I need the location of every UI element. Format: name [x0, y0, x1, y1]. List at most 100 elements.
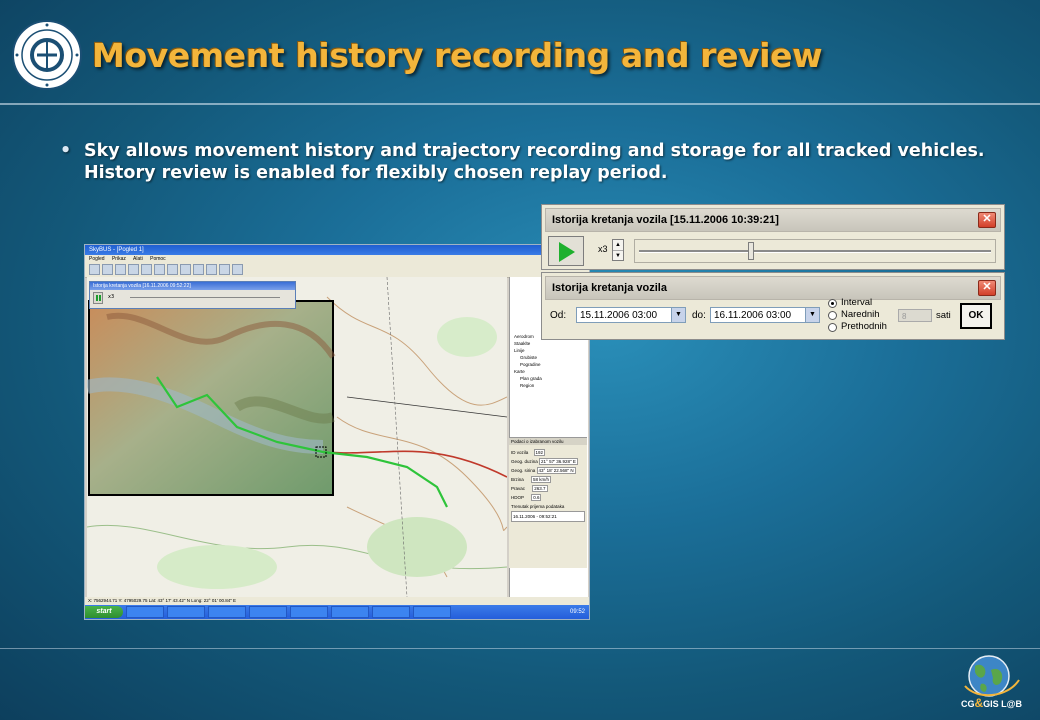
taskbar-item[interactable] — [126, 606, 164, 618]
toolbar-button[interactable] — [115, 264, 126, 275]
lab-amp: & — [974, 696, 984, 710]
field-label: ID vozila — [511, 450, 529, 455]
chevron-down-icon[interactable]: ▼ — [671, 308, 685, 322]
close-icon[interactable]: ✕ — [978, 280, 996, 296]
interval-dialog-title: Istorija kretanja vozila — [552, 282, 667, 294]
playback-slider[interactable] — [634, 239, 996, 263]
toolbar-button[interactable] — [154, 264, 165, 275]
do-date-field[interactable]: 16.11.2006 03:00 ▼ — [710, 307, 820, 323]
slide-title: Movement history recording and review — [92, 36, 823, 75]
map-view[interactable] — [87, 277, 507, 597]
interval-dialog-titlebar: Istorija kretanja vozila ✕ — [545, 276, 1001, 300]
layer-item[interactable]: Staaklte — [514, 340, 584, 347]
radio-prethodnih-label: Prethodnih — [841, 321, 887, 332]
vehicle-field: Geog. duzina 21° 57' 36.928" E — [511, 457, 585, 466]
slider-thumb[interactable] — [748, 242, 755, 260]
toolbar-button[interactable] — [89, 264, 100, 275]
toolbar-button[interactable] — [167, 264, 178, 275]
playback-dialog-title: Istorija kretanja vozila [15.11.2006 10:… — [552, 214, 779, 226]
menu-item[interactable]: Pogled — [89, 256, 105, 262]
bottom-divider — [0, 648, 1040, 649]
mini-speed-label: x3 — [108, 294, 115, 300]
taskbar-item[interactable] — [167, 606, 205, 618]
layer-item[interactable]: Linije — [514, 347, 584, 354]
taskbar-item[interactable] — [290, 606, 328, 618]
vehicle-field: Pravac 263.7 — [511, 484, 585, 493]
radio-prethodnih[interactable] — [828, 323, 837, 332]
toolbar-button[interactable] — [219, 264, 230, 275]
timestamp-label: Trenutak prijema podataka — [511, 504, 565, 509]
menu-item[interactable]: Pomoc — [150, 256, 166, 262]
mini-history-dialog: Istorija kretanja vozila [16.11.2006 09:… — [89, 281, 296, 309]
university-seal-logo — [12, 20, 82, 90]
playback-dialog-titlebar: Istorija kretanja vozila [15.11.2006 10:… — [545, 208, 1001, 232]
vehicle-field: ID vozila 192 — [511, 448, 585, 457]
vehicle-field: Brzina 58 km/h — [511, 475, 585, 484]
hours-input[interactable]: 8 — [898, 309, 932, 322]
taskbar-item[interactable] — [331, 606, 369, 618]
taskbar-clock: 09:52 — [569, 609, 585, 615]
layer-item[interactable]: Pogradine — [514, 361, 584, 368]
od-date-value: 15.11.2006 03:00 — [580, 310, 658, 321]
bullet-line-2: History review is enabled for flexibly c… — [84, 163, 668, 183]
field-value: 263.7 — [532, 485, 548, 492]
speed-label: x3 — [598, 244, 608, 254]
field-value: 58 km/h — [531, 476, 552, 483]
toolbar-button[interactable] — [180, 264, 191, 275]
ok-button[interactable]: OK — [960, 303, 992, 329]
taskbar-item[interactable] — [208, 606, 246, 618]
menu-item[interactable]: Alati — [133, 256, 143, 262]
radio-narednih[interactable] — [828, 311, 837, 320]
radio-interval[interactable] — [828, 299, 837, 308]
layer-item[interactable]: Region — [514, 382, 584, 389]
field-label: Brzina — [511, 477, 524, 482]
field-label: Pravac — [511, 486, 526, 491]
od-label: Od: — [550, 310, 567, 321]
mini-slider-track[interactable] — [130, 297, 280, 298]
do-date-value: 16.11.2006 03:00 — [714, 310, 792, 321]
playback-controls: x3 ▲ ▼ — [542, 232, 1004, 268]
toolbar-button[interactable] — [141, 264, 152, 275]
windows-taskbar: start 09:52 — [85, 605, 589, 619]
hours-unit-label: sati — [936, 310, 951, 321]
close-icon[interactable]: ✕ — [978, 212, 996, 228]
toolbar-button[interactable] — [128, 264, 139, 275]
taskbar-item[interactable] — [413, 606, 451, 618]
bullet-line-1: Sky allows movement history and trajecto… — [84, 141, 985, 161]
layer-item[interactable]: Karte — [514, 368, 584, 375]
play-icon — [559, 242, 575, 262]
field-value: 43° 18' 22.568" N — [536, 467, 576, 474]
od-date-field[interactable]: 15.11.2006 03:00 ▼ — [576, 307, 686, 323]
taskbar-item[interactable] — [372, 606, 410, 618]
layer-item[interactable]: Grubiste — [514, 354, 584, 361]
layer-item[interactable]: Plan grada — [514, 375, 584, 382]
speed-stepper[interactable]: ▲ ▼ — [612, 239, 624, 261]
bullet-icon: • — [60, 141, 72, 161]
field-label: Geog. sirina — [511, 468, 536, 473]
field-label: Geog. duzina — [511, 459, 538, 464]
chevron-up-icon[interactable]: ▲ — [613, 240, 623, 251]
toolbar-button[interactable] — [193, 264, 204, 275]
app-screenshot: SkyBUS - [Pogled 1] Pogled Prikaz Alati … — [84, 244, 590, 620]
lab-text-right: GIS L@B — [983, 699, 1022, 709]
mini-pause-button[interactable] — [93, 292, 103, 304]
menu-item[interactable]: Prikaz — [112, 256, 126, 262]
play-button[interactable] — [548, 236, 584, 266]
chevron-down-icon[interactable]: ▼ — [613, 251, 623, 261]
toolbar-button[interactable] — [102, 264, 113, 275]
radio-narednih-label: Narednih — [841, 309, 880, 320]
radio-interval-label: Interval — [841, 297, 873, 308]
topographic-map — [87, 277, 507, 597]
toolbar-button[interactable] — [232, 264, 243, 275]
taskbar-item[interactable] — [249, 606, 287, 618]
vehicle-info-panel: Podaci o izabranom vozilu ID vozila 192 … — [509, 437, 587, 568]
field-value: 21° 57' 36.928" E — [539, 458, 578, 465]
toolbar-button[interactable] — [206, 264, 217, 275]
app-toolbar — [85, 263, 589, 278]
start-button[interactable]: start — [85, 606, 123, 618]
timestamp-value: 16.11.2006 - 09:52:21 — [511, 511, 585, 522]
field-value: 0.6 — [531, 494, 542, 501]
chevron-down-icon[interactable]: ▼ — [805, 308, 819, 322]
do-label: do: — [692, 310, 706, 321]
field-value: 192 — [533, 449, 546, 456]
